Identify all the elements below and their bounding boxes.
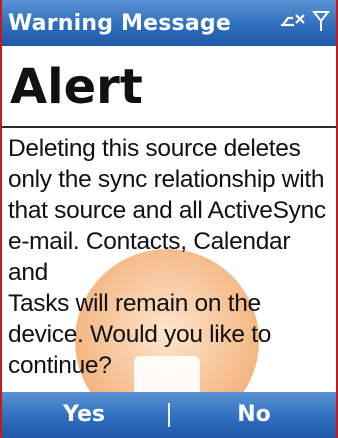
signal-icon (311, 9, 331, 37)
alert-title: Alert (10, 59, 143, 115)
yes-button[interactable]: Yes (0, 392, 168, 438)
alert-content: Deleting this source deletes only the sy… (0, 130, 338, 392)
softkey-divider (168, 403, 170, 427)
alert-screen: Warning Message Alert Deleting this sour… (0, 0, 338, 438)
sync-disconnected-icon (278, 10, 308, 36)
alert-header: Alert (0, 46, 338, 128)
no-button[interactable]: No (170, 392, 338, 438)
title-bar: Warning Message (0, 0, 338, 46)
softkey-bar: Yes No (0, 392, 338, 438)
status-icons (278, 8, 331, 38)
window-title: Warning Message (8, 10, 231, 36)
alert-message: Deleting this source deletes only the sy… (8, 135, 326, 379)
